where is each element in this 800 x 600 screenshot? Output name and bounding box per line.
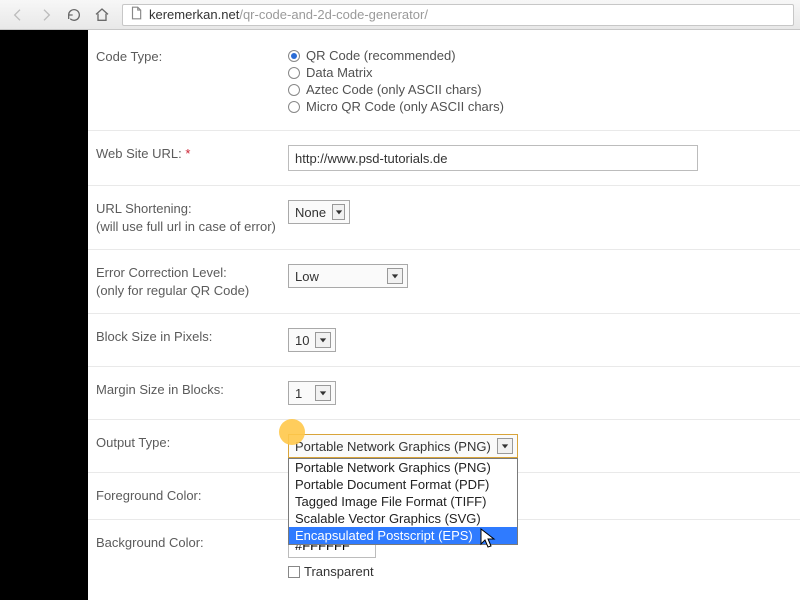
browser-toolbar: keremerkan.net/qr-code-and-2d-code-gener… [0,0,800,30]
dropdown-option-png[interactable]: Portable Network Graphics (PNG) [289,459,517,476]
row-website-url: Web Site URL: * [88,131,800,186]
chevron-down-icon [332,204,345,220]
error-correction-select[interactable]: Low [288,264,408,288]
label-margin-size: Margin Size in Blocks: [96,381,286,405]
margin-size-select[interactable]: 1 [288,381,336,405]
reload-button[interactable] [62,4,86,26]
transparent-checkbox-row[interactable]: Transparent [288,564,800,579]
url-shortening-select[interactable]: None [288,200,350,224]
code-type-options: QR Code (recommended) Data Matrix Aztec … [286,48,800,116]
radio-icon [288,84,300,96]
dropdown-option-tiff[interactable]: Tagged Image File Format (TIFF) [289,493,517,510]
highlight-marker [279,419,305,445]
dropdown-option-pdf[interactable]: Portable Document Format (PDF) [289,476,517,493]
radio-qr-code[interactable]: QR Code (recommended) [288,48,800,63]
left-sidebar [0,30,88,600]
label-website-url: Web Site URL: * [96,145,286,171]
page-body: Code Type: QR Code (recommended) Data Ma… [0,30,800,600]
required-mark: * [185,146,190,161]
row-output-type: Output Type: Portable Network Graphics (… [88,420,800,473]
row-code-type: Code Type: QR Code (recommended) Data Ma… [88,34,800,131]
url-host: keremerkan.net [149,7,239,22]
block-size-select[interactable]: 10 [288,328,336,352]
output-type-select[interactable]: Portable Network Graphics (PNG) [288,434,518,458]
row-error-correction: Error Correction Level:(only for regular… [88,250,800,314]
radio-micro-qr[interactable]: Micro QR Code (only ASCII chars) [288,99,800,114]
chevron-down-icon [315,385,331,401]
row-margin-size: Margin Size in Blocks: 1 [88,367,800,420]
checkbox-icon [288,566,300,578]
radio-icon [288,101,300,113]
label-background-color: Background Color: [96,534,286,579]
label-block-size: Block Size in Pixels: [96,328,286,352]
radio-data-matrix[interactable]: Data Matrix [288,65,800,80]
chevron-down-icon [315,332,331,348]
label-output-type: Output Type: [96,434,286,458]
forward-button[interactable] [34,4,58,26]
mouse-cursor [480,528,496,553]
label-url-shortening: URL Shortening:(will use full url in cas… [96,200,286,235]
radio-aztec-code[interactable]: Aztec Code (only ASCII chars) [288,82,800,97]
chevron-down-icon [497,438,513,454]
chevron-down-icon [387,268,403,284]
label-error-correction: Error Correction Level:(only for regular… [96,264,286,299]
url-path: /qr-code-and-2d-code-generator/ [239,7,428,22]
website-url-input[interactable] [288,145,698,171]
back-button[interactable] [6,4,30,26]
label-code-type: Code Type: [96,48,286,116]
page-icon [129,6,143,23]
row-url-shortening: URL Shortening:(will use full url in cas… [88,186,800,250]
home-button[interactable] [90,4,114,26]
form-area: Code Type: QR Code (recommended) Data Ma… [88,30,800,600]
row-block-size: Block Size in Pixels: 10 [88,314,800,367]
dropdown-option-svg[interactable]: Scalable Vector Graphics (SVG) [289,510,517,527]
radio-icon [288,67,300,79]
label-foreground-color: Foreground Color: [96,487,286,505]
address-bar[interactable]: keremerkan.net/qr-code-and-2d-code-gener… [122,4,794,26]
radio-icon [288,50,300,62]
